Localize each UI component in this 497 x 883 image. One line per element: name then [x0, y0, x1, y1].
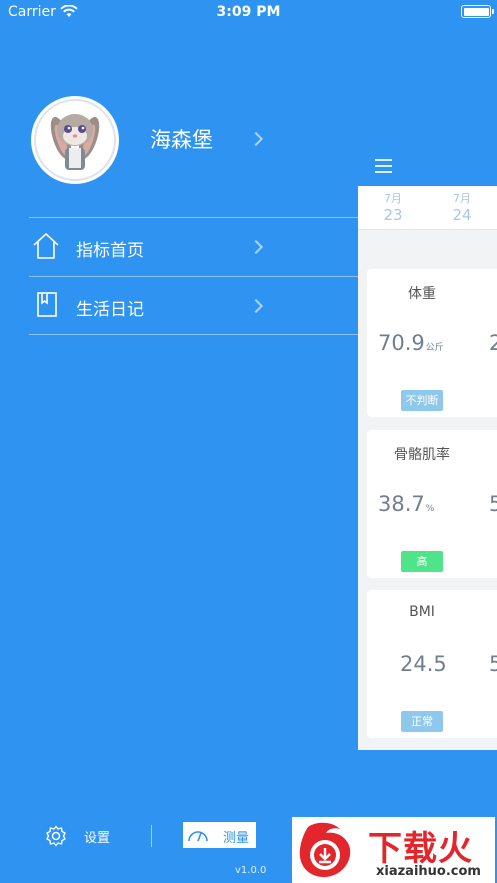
menu-item-dashboard[interactable]: 指标首页 [29, 218, 358, 276]
gear-icon[interactable] [45, 825, 67, 847]
metric-card-bmi[interactable]: BMI 24.5 5 正常 [367, 590, 497, 738]
watermark-text: 下载火 [368, 829, 473, 869]
date-day: 23 [383, 206, 403, 224]
card-value-number: 24.5 [400, 652, 447, 676]
version-label: v1.0.0 [235, 865, 267, 876]
profile-chevron-right-icon [248, 131, 264, 147]
menu-item-label: 指标首页 [76, 241, 144, 261]
metric-card-skeletal-muscle[interactable]: 骨骼肌率 38.7% 5 高 [367, 430, 497, 578]
menu-item-life-diary[interactable]: 生活日记 [29, 277, 358, 335]
divider [29, 334, 358, 335]
chevron-right-icon [248, 298, 264, 314]
card-value: 24.5 [400, 652, 447, 676]
date-item[interactable]: 7月 23 [368, 190, 418, 224]
home-icon [33, 233, 59, 259]
card-peek-value: 2 [489, 331, 497, 355]
rabbit-avatar-icon [34, 99, 116, 181]
diary-book-icon [37, 292, 57, 317]
battery-icon [461, 5, 494, 18]
card-peek-value: 5 [489, 652, 497, 676]
card-unit: 公斤 [425, 343, 444, 353]
menu-item-label: 生活日记 [76, 300, 144, 320]
clock: 3:09 PM [216, 4, 281, 20]
watermark-url: xiazaihuo.com [376, 864, 481, 879]
settings-button[interactable]: 设置 [84, 827, 110, 846]
hamburger-menu-icon[interactable] [375, 159, 392, 173]
card-title: 骨骼肌率 [394, 447, 450, 463]
speedometer-icon [188, 831, 208, 842]
measure-label: 测量 [223, 831, 250, 846]
card-value-number: 38.7 [378, 492, 425, 516]
measure-button[interactable]: 测量 [183, 822, 256, 848]
profile-name[interactable]: 海森堡 [150, 124, 213, 154]
card-peek-value: 5 [489, 492, 497, 516]
status-badge: 高 [401, 551, 443, 572]
chevron-right-icon [248, 239, 264, 255]
card-unit: % [425, 504, 435, 514]
date-strip: 7月 23 7月 24 [358, 186, 497, 230]
status-badge: 不判断 [401, 390, 443, 411]
card-title: 体重 [408, 286, 436, 302]
metric-card-weight[interactable]: 体重 70.9公斤 2 不判断 [367, 269, 497, 417]
date-item[interactable]: 7月 24 [437, 190, 487, 224]
card-value: 38.7% [378, 492, 434, 516]
avatar[interactable] [31, 96, 119, 184]
card-title: BMI [409, 604, 435, 620]
card-value: 70.9公斤 [378, 331, 444, 355]
date-day: 24 [452, 206, 472, 224]
date-month: 7月 [453, 192, 471, 205]
status-badge: 正常 [401, 711, 443, 732]
card-value-number: 70.9 [378, 331, 425, 355]
divider [151, 825, 152, 847]
date-month: 7月 [384, 192, 402, 205]
flame-download-icon [299, 822, 351, 877]
status-bar: Carrier 3:09 PM [0, 0, 497, 26]
watermark-logo: 下载火 xiazaihuo.com [292, 817, 495, 883]
